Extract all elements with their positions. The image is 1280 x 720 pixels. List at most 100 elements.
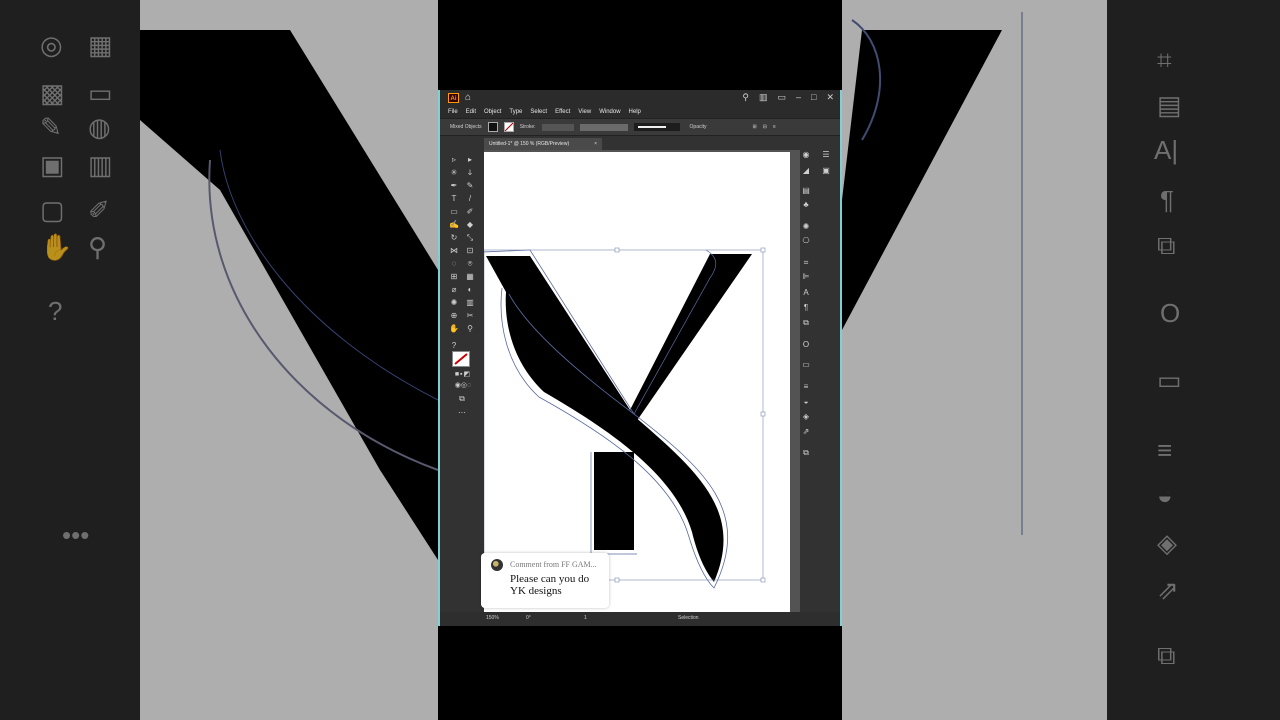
menu-object[interactable]: Object (484, 109, 501, 115)
arrange-documents-icon[interactable]: ▥ (759, 92, 768, 103)
glyphs-panel-icon[interactable]: O (800, 340, 812, 349)
menu-bar: File Edit Object Type Select Effect View… (440, 106, 840, 118)
opacity-label[interactable]: Opacity (690, 124, 707, 130)
stroke-style-field[interactable] (633, 123, 680, 131)
lasso-tool-icon[interactable]: ↆ (464, 167, 476, 178)
close-tab-icon[interactable]: × (594, 138, 597, 150)
symbol-sprayer-tool-icon[interactable]: ✺ (448, 297, 460, 308)
pen-tool-icon[interactable]: ✒ (448, 180, 460, 191)
draw-mode-icons[interactable]: ◉◎◌ (448, 380, 478, 391)
paragraph-panel-icon[interactable]: ¶ (800, 303, 812, 312)
transparency-panel-icon[interactable]: ◒ (800, 397, 812, 406)
magic-wand-tool-icon[interactable]: ✳ (448, 167, 460, 178)
rotation-level[interactable]: 0° (526, 615, 531, 621)
fill-stroke-icon[interactable] (452, 351, 470, 367)
blend-tool-icon[interactable]: ◐ (464, 284, 476, 295)
transform-panel-icon[interactable]: ⌗ (800, 258, 812, 268)
menu-select[interactable]: Select (530, 109, 547, 115)
gradient-panel-icon[interactable]: ▭ (800, 360, 812, 369)
perspective-grid-tool-icon[interactable]: ⊞ (448, 271, 460, 282)
eraser-tool-icon[interactable]: ◆ (464, 219, 476, 230)
stroke-weight-field[interactable] (541, 123, 574, 131)
libraries-panel-icon[interactable]: ▣ (820, 166, 832, 175)
help-icon[interactable]: ? (448, 340, 460, 351)
menu-effect[interactable]: Effect (555, 109, 570, 115)
paintbrush-tool-icon[interactable]: ✐ (464, 206, 476, 217)
live-paint-tool-icon[interactable]: ⍟ (464, 258, 476, 269)
artboard-number[interactable]: 1 (584, 615, 587, 621)
opentype-panel-icon[interactable]: ⧉ (800, 318, 812, 328)
more-tools-icon[interactable]: ⋯ (456, 407, 468, 418)
y-stem-shape (594, 452, 634, 550)
search-icon[interactable]: ⚲ (742, 92, 749, 103)
comment-overlay: Comment from FF GAM... Please can you do… (481, 553, 609, 608)
fill-swatch[interactable] (487, 122, 498, 132)
y-right-arm-shape (630, 254, 752, 422)
layers-panel-icon[interactable]: ◈ (800, 412, 812, 421)
rotate-tool-icon[interactable]: ↻ (448, 232, 460, 243)
status-bar: 150% 0° 1 Selection (440, 612, 840, 626)
properties-panel-icon[interactable]: ☰ (820, 150, 832, 159)
artboards-panel-icon[interactable]: ⧉ (800, 448, 812, 458)
variable-width-field[interactable] (579, 123, 628, 131)
selection-label: Mixed Objects (450, 124, 482, 130)
menu-view[interactable]: View (578, 109, 591, 115)
export-panel-icon[interactable]: ⇗ (800, 427, 812, 436)
canvas-workspace[interactable] (484, 150, 800, 612)
type-tool-icon[interactable]: T (448, 193, 460, 204)
graph-tool-icon[interactable]: ▥ (464, 297, 476, 308)
comment-author: Comment from FF GAM... (510, 560, 597, 569)
window-controls: ⚲ ▥ ▭ – □ ✕ (742, 92, 834, 103)
appearance-panel-icon[interactable]: ✺ (800, 222, 812, 231)
transform-icon[interactable]: ⊟ (763, 124, 767, 130)
graphic-styles-icon[interactable]: ⎔ (800, 236, 812, 245)
shaper-tool-icon[interactable]: ✍ (448, 219, 460, 230)
width-tool-icon[interactable]: ⋈ (448, 245, 460, 256)
align-icon[interactable]: ⊞ (752, 124, 756, 130)
stroke-swatch[interactable] (503, 122, 514, 132)
scale-tool-icon[interactable]: ⤡ (464, 232, 476, 243)
line-tool-icon[interactable]: / (464, 193, 476, 204)
menu-window[interactable]: Window (599, 109, 620, 115)
workspace-icon[interactable]: ▭ (777, 92, 786, 103)
hand-tool-icon[interactable]: ✋ (448, 323, 460, 334)
direct-selection-tool-icon[interactable]: ▸ (464, 154, 476, 165)
color-guide-icon[interactable]: ◢ (800, 166, 812, 175)
menu-file[interactable]: File (448, 109, 458, 115)
bounding-handle (760, 577, 766, 583)
rectangle-tool-icon[interactable]: ▭ (448, 206, 460, 217)
panel-menu-icon[interactable]: ≡ (773, 124, 776, 130)
home-icon[interactable]: ⌂ (465, 92, 471, 103)
menu-help[interactable]: Help (629, 109, 641, 115)
artboard[interactable] (484, 152, 790, 612)
menu-type[interactable]: Type (509, 109, 522, 115)
stroke-label: Stroke: (519, 124, 536, 130)
screen-mode-icon[interactable]: ⧉ (456, 393, 468, 404)
selection-tool-icon[interactable]: ▹ (448, 154, 460, 165)
menu-edit[interactable]: Edit (466, 109, 476, 115)
symbols-panel-icon[interactable]: ♣ (800, 200, 812, 209)
eyedropper-tool-icon[interactable]: ⌀ (448, 284, 460, 295)
curvature-tool-icon[interactable]: ✎ (464, 180, 476, 191)
character-panel-icon[interactable]: A (800, 288, 812, 297)
free-transform-tool-icon[interactable]: ⊡ (464, 245, 476, 256)
zoom-level[interactable]: 150% (486, 615, 499, 621)
swatches-panel-icon[interactable]: ▤ (800, 186, 812, 195)
color-panel-icon[interactable]: ◉ (800, 150, 812, 159)
document-tab[interactable]: Untitled-1* @ 150 % (RGB/Preview) × (484, 138, 602, 150)
mesh-tool-icon[interactable]: ▦ (464, 271, 476, 282)
align-panel-icon[interactable]: ⊫ (800, 272, 812, 281)
close-window-button[interactable]: ✕ (826, 92, 834, 103)
zoom-tool-icon[interactable]: ⚲ (464, 323, 476, 334)
artboard-tool-icon[interactable]: ⊕ (448, 310, 460, 321)
color-mode-icons[interactable]: ■▪◩ (448, 369, 478, 380)
maximize-button[interactable]: □ (811, 92, 816, 103)
slice-tool-icon[interactable]: ✂ (464, 310, 476, 321)
minimize-button[interactable]: – (796, 92, 801, 103)
stroke-panel-icon[interactable]: ≡ (800, 382, 812, 391)
shape-builder-tool-icon[interactable]: ◌ (448, 258, 460, 269)
right-panel-dock: ◉ ☰ ▣ ◢ ▤ ♣ ✺ ⎔ ⌗ ⊫ A ¶ ⧉ O ▭ ≡ ◒ ◈ ⇗ ⧉ (800, 148, 840, 612)
title-bar: Ai ⌂ ⚲ ▥ ▭ – □ ✕ (440, 90, 840, 106)
bounding-handle (760, 411, 766, 417)
yk-monogram-artwork[interactable] (484, 152, 790, 612)
